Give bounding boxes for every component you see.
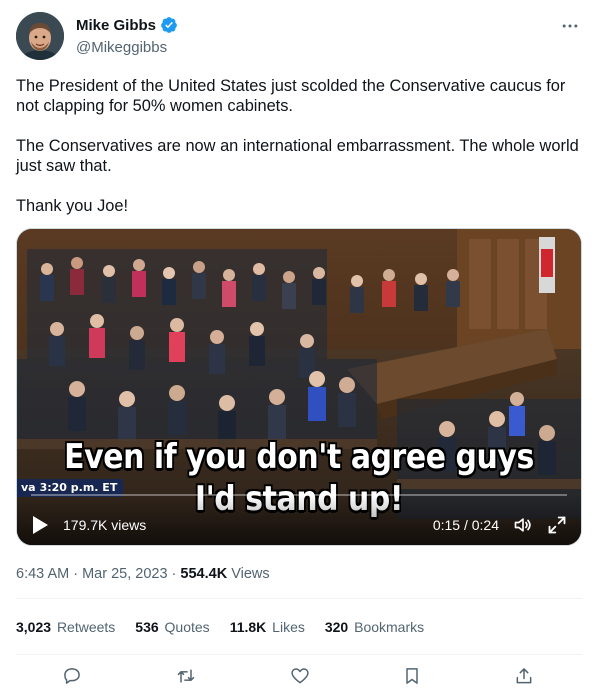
fullscreen-icon[interactable]	[547, 515, 567, 535]
share-icon[interactable]	[512, 664, 536, 688]
more-dots-icon[interactable]	[558, 16, 582, 36]
retweets-label: Retweets	[56, 619, 116, 635]
quotes-label: Quotes	[164, 619, 210, 635]
tweet-views-label: Views	[227, 566, 270, 582]
likes-count: 11.8K	[229, 619, 267, 635]
lower-third-prefix: va	[21, 481, 36, 494]
video-views: 179.7K views	[63, 517, 147, 533]
divider	[16, 654, 582, 655]
verified-badge-icon	[160, 16, 178, 34]
tweet-text: The President of the United States just …	[16, 76, 582, 216]
heart-icon[interactable]	[288, 664, 312, 688]
video-player[interactable]: Even if you don't agree guys va 3:20 p.m.…	[16, 228, 582, 546]
tweet-stats: 3,023 Retweets 536 Quotes 11.8K Likes 32…	[16, 619, 424, 635]
likes-stat[interactable]: 11.8K Likes	[230, 619, 305, 635]
bookmarks-stat[interactable]: 320 Bookmarks	[325, 619, 424, 635]
tweet-paragraph: The Conservatives are now an internation…	[16, 137, 579, 175]
bookmarks-label: Bookmarks	[354, 619, 425, 635]
quotes-stat[interactable]: 536 Quotes	[135, 619, 209, 635]
tweet-meta: 6:43 AM · Mar 25, 2023 · 554.4K Views	[16, 566, 270, 582]
tweet-actions	[16, 664, 582, 690]
tweet-card: Mike Gibbs @Mikeggibbs The President of …	[0, 0, 598, 700]
tweet-header: Mike Gibbs @Mikeggibbs	[16, 12, 582, 64]
bookmark-icon[interactable]	[400, 664, 424, 688]
tweet-views-count: 554.4K	[180, 566, 228, 582]
reply-icon[interactable]	[60, 664, 84, 688]
retweets-stat[interactable]: 3,023 Retweets	[16, 619, 115, 635]
play-icon[interactable]	[31, 515, 49, 535]
tweet-paragraph: Thank you Joe!	[16, 197, 129, 215]
avatar[interactable]	[16, 12, 64, 60]
video-caption-line1: Even if you don't agree guys	[64, 437, 534, 477]
tweet-timestamp[interactable]: 6:43 AM · Mar 25, 2023 ·	[16, 566, 180, 582]
retweet-icon[interactable]	[174, 664, 198, 688]
video-time: 0:15 / 0:24	[432, 517, 499, 533]
likes-label: Likes	[272, 619, 305, 635]
volume-icon[interactable]	[513, 515, 533, 535]
retweets-count: 3,023	[16, 619, 52, 635]
video-progress-track[interactable]	[31, 494, 567, 496]
author-handle[interactable]: @Mikeggibbs	[76, 39, 178, 56]
quotes-count: 536	[135, 619, 159, 635]
tweet-paragraph: The President of the United States just …	[16, 77, 566, 115]
author-display-name[interactable]: Mike Gibbs	[76, 17, 156, 34]
divider	[16, 598, 582, 599]
author-names: Mike Gibbs @Mikeggibbs	[76, 15, 178, 56]
bookmarks-count: 320	[324, 619, 349, 635]
